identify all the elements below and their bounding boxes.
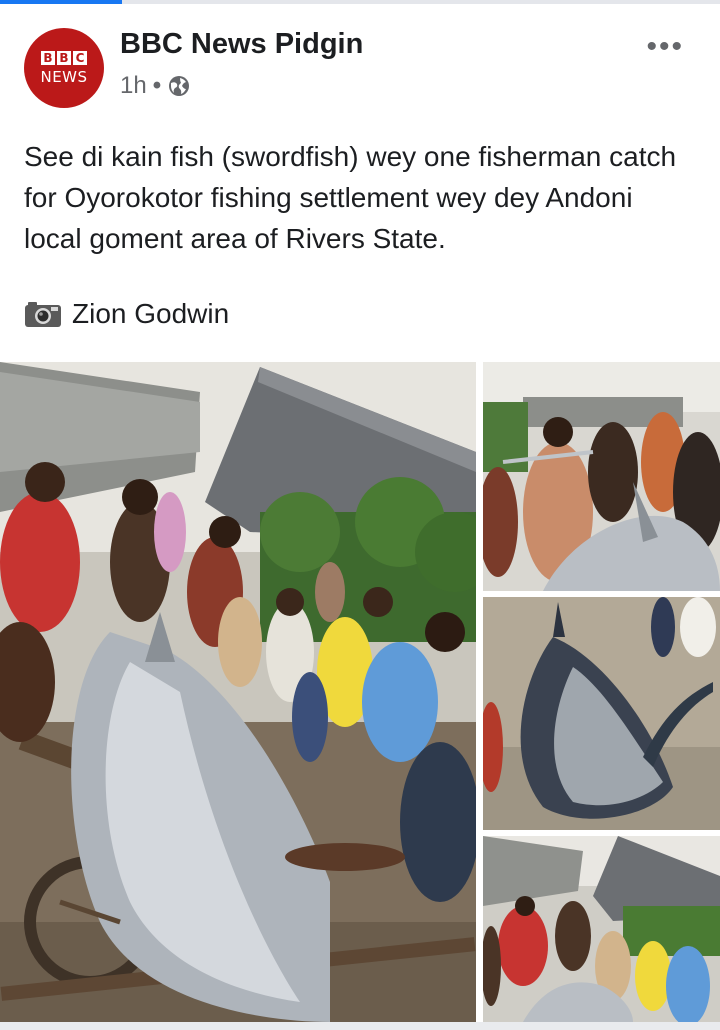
more-options-button[interactable]: ••• bbox=[646, 30, 684, 64]
photo-2-image bbox=[483, 597, 720, 830]
post-meta: 1h • bbox=[120, 72, 191, 100]
meta-separator: • bbox=[152, 72, 162, 99]
photo-grid bbox=[0, 362, 720, 1022]
photo-main-image bbox=[0, 362, 476, 1022]
photo-3[interactable] bbox=[483, 836, 720, 1022]
post-header: B B C NEWS BBC News Pidgin 1h • ••• bbox=[0, 4, 720, 114]
photo-main[interactable] bbox=[0, 362, 476, 1022]
bbc-logo-letter: B bbox=[41, 50, 55, 65]
photo-2[interactable] bbox=[483, 597, 720, 830]
photo-credit: Zion Godwin bbox=[24, 298, 229, 330]
globe-icon bbox=[169, 76, 190, 96]
post-text: See di kain fish (swordfish) wey one fis… bbox=[24, 141, 677, 254]
camera-icon bbox=[25, 302, 61, 327]
photo-3-image bbox=[483, 836, 720, 1022]
bbc-logo-word: NEWS bbox=[40, 67, 88, 86]
bbc-logo-blocks: B B C bbox=[41, 50, 87, 65]
photo-credit-name: Zion Godwin bbox=[72, 298, 230, 329]
page-avatar[interactable]: B B C NEWS bbox=[24, 28, 104, 108]
bottom-divider bbox=[0, 1022, 720, 1030]
bbc-logo-letter: B bbox=[57, 50, 71, 65]
photo-1-image bbox=[483, 362, 720, 591]
page-name-link[interactable]: BBC News Pidgin bbox=[120, 28, 363, 61]
photo-1[interactable] bbox=[483, 362, 720, 591]
post-timestamp[interactable]: 1h bbox=[120, 72, 147, 100]
bbc-logo-letter: C bbox=[73, 50, 87, 65]
